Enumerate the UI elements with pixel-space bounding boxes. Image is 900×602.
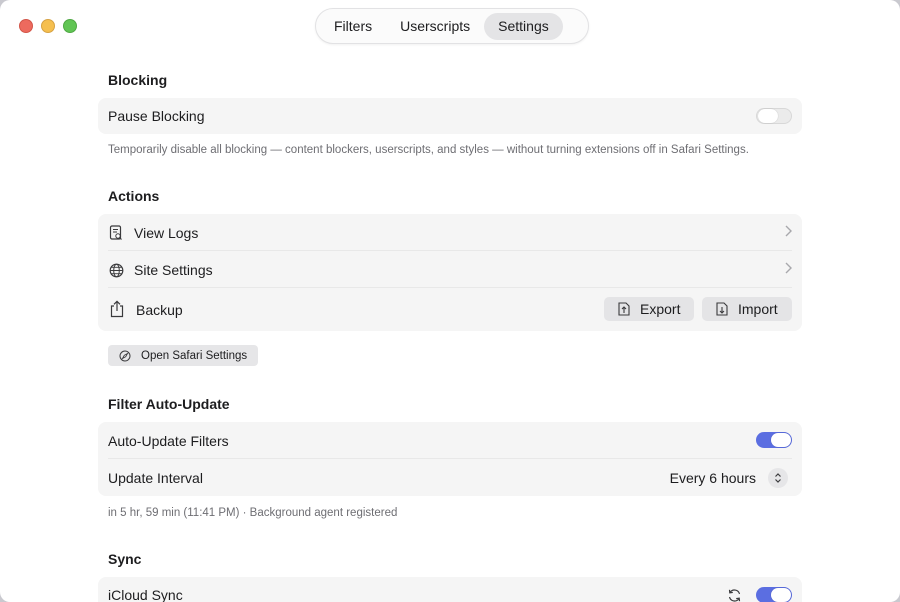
blocking-card: Pause Blocking <box>98 98 802 134</box>
update-interval-label: Update Interval <box>108 469 203 486</box>
backup-row: Backup <box>98 288 802 331</box>
view-logs-label: View Logs <box>134 224 199 241</box>
chevron-right-icon <box>785 224 792 241</box>
actions-card: View Logs Site Settings Backup Export Im… <box>98 214 802 331</box>
chevron-right-icon <box>785 261 792 278</box>
open-safari-settings-button[interactable]: Open Safari Settings <box>108 345 259 366</box>
logs-icon <box>108 225 124 241</box>
import-label: Import <box>738 301 778 317</box>
update-interval-row: Update Interval Every 6 hours <box>98 459 802 496</box>
site-settings-row[interactable]: Site Settings <box>98 251 802 288</box>
toggle-knob <box>771 588 791 602</box>
minimize-window-button[interactable] <box>41 19 55 33</box>
auto-update-toggle[interactable] <box>756 432 792 448</box>
tab-filters[interactable]: Filters <box>320 13 386 40</box>
export-button[interactable]: Export <box>604 297 694 321</box>
pause-blocking-row: Pause Blocking <box>98 98 802 134</box>
backup-label: Backup <box>136 301 183 318</box>
open-safari-settings-label: Open Safari Settings <box>141 349 248 362</box>
close-window-button[interactable] <box>19 19 33 33</box>
pause-blocking-label: Pause Blocking <box>108 108 205 124</box>
auto-update-section-title: Filter Auto-Update <box>108 396 230 412</box>
sync-card: iCloud Sync <box>98 577 802 602</box>
window-controls <box>19 19 77 33</box>
export-icon <box>618 302 630 316</box>
auto-update-caption: in 5 hr, 59 min (11:41 PM) · Background … <box>108 507 398 519</box>
update-interval-stepper[interactable] <box>768 468 788 488</box>
toggle-knob <box>771 433 791 447</box>
update-interval-value[interactable]: Every 6 hours <box>670 470 756 486</box>
auto-update-card: Auto-Update Filters Update Interval Ever… <box>98 422 802 496</box>
toggle-knob <box>758 109 778 123</box>
tab-settings[interactable]: Settings <box>484 12 563 40</box>
blocking-caption: Temporarily disable all blocking — conte… <box>108 144 749 156</box>
compass-icon <box>119 350 131 361</box>
sync-section-title: Sync <box>108 551 142 567</box>
import-icon <box>716 302 728 316</box>
import-button[interactable]: Import <box>702 297 792 321</box>
tab-userscripts[interactable]: Userscripts <box>386 13 484 40</box>
settings-window: Filters Userscripts Settings Blocking Pa… <box>0 0 900 602</box>
up-down-chevron-icon <box>775 473 781 483</box>
auto-update-label: Auto-Update Filters <box>108 432 229 449</box>
icloud-sync-label: iCloud Sync <box>108 587 183 602</box>
tab-bar: Filters Userscripts Settings <box>315 8 589 44</box>
icloud-sync-row: iCloud Sync <box>98 577 802 602</box>
refresh-icon[interactable] <box>726 587 742 602</box>
blocking-section-title: Blocking <box>108 72 168 88</box>
export-label: Export <box>640 301 681 317</box>
pause-blocking-toggle[interactable] <box>756 108 792 124</box>
zoom-window-button[interactable] <box>63 19 77 33</box>
auto-update-row: Auto-Update Filters <box>98 422 802 459</box>
actions-section-title: Actions <box>108 188 160 204</box>
share-icon <box>108 300 125 318</box>
globe-icon <box>108 262 124 278</box>
icloud-sync-toggle[interactable] <box>756 587 792 602</box>
site-settings-label: Site Settings <box>134 261 213 278</box>
view-logs-row[interactable]: View Logs <box>98 214 802 251</box>
